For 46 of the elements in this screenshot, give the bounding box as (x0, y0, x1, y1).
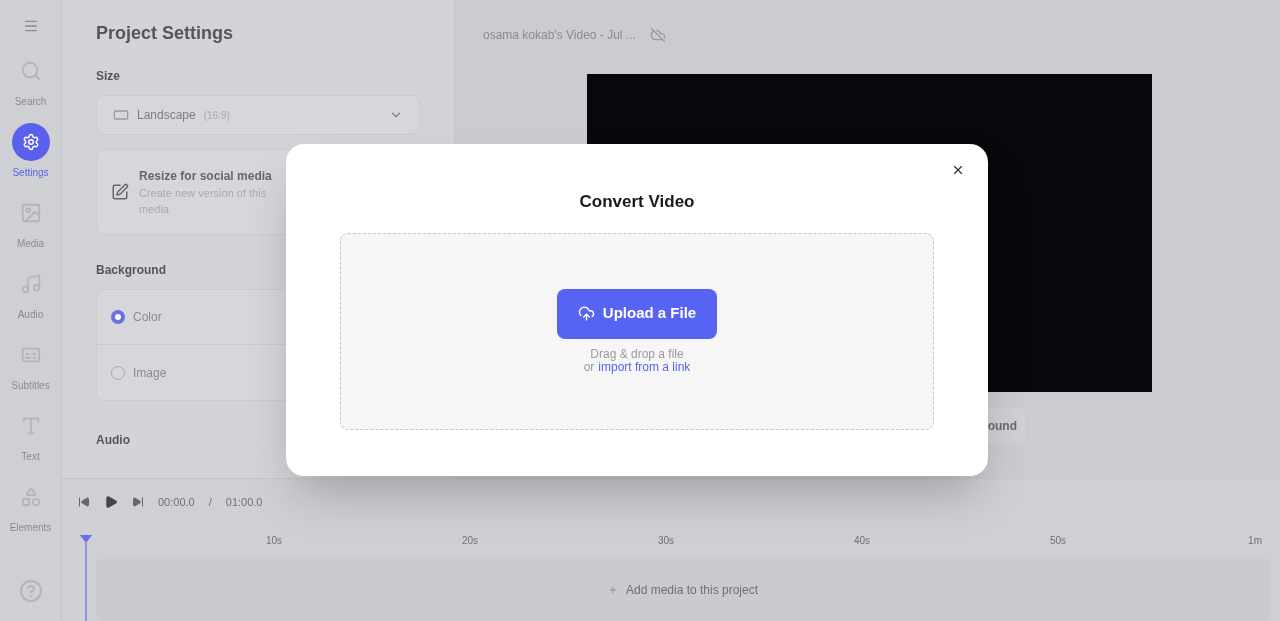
sidebar-icon (19, 486, 42, 508)
drop-zone[interactable]: Upload a File Drag & drop a file or import from a link (340, 232, 934, 430)
sidebar-icon (19, 273, 42, 295)
forward-icon[interactable] (132, 496, 144, 508)
sidebar-icon (19, 202, 42, 224)
play-icon[interactable] (104, 495, 118, 509)
cloud-icon (649, 27, 666, 43)
sidebar-item[interactable]: Media (2, 194, 59, 251)
sidebar-item[interactable]: Search (2, 52, 59, 109)
edit-icon (111, 183, 129, 201)
sidebar-item[interactable]: Audio (2, 265, 59, 322)
resize-title: Resize for social media (139, 167, 272, 185)
upload-button[interactable]: Upload a File (557, 288, 717, 339)
sidebar-item[interactable]: Text (2, 407, 59, 464)
upload-icon (577, 305, 595, 322)
import-link[interactable]: import from a link (598, 360, 691, 374)
radio-button[interactable] (111, 310, 125, 324)
plus-icon (607, 585, 618, 595)
rewind-icon[interactable] (78, 496, 90, 508)
media-track[interactable]: Add media to this project (96, 559, 1270, 621)
panel-title: Project Settings (96, 22, 235, 45)
menu-icon[interactable] (22, 18, 39, 34)
timeline-tick: 40s (853, 533, 870, 548)
time-separator: / (208, 494, 212, 510)
timeline-tick: 50s (1049, 533, 1066, 548)
close-icon (951, 163, 965, 177)
sidebar-item[interactable]: Subtitles (2, 336, 59, 393)
section-label: Size (96, 68, 121, 85)
section-label: Background (96, 262, 167, 279)
current-time: 00:00.0 (158, 494, 195, 510)
radio-button[interactable] (111, 365, 125, 380)
sidebar-item[interactable]: Settings (2, 123, 59, 180)
timeline-tick: 10s (265, 533, 282, 548)
landscape-icon (113, 107, 129, 123)
sidebar-item[interactable]: Elements (2, 478, 59, 535)
sidebar-icon (19, 60, 42, 82)
total-time: 01:00.0 (225, 494, 263, 510)
sidebar-icon (21, 133, 40, 151)
drop-hint: Drag & drop a file (590, 347, 684, 361)
project-title[interactable]: osama kokab's Video - Jul ... (483, 26, 636, 44)
section-label: Audio (96, 432, 131, 449)
timeline-tick: 30s (657, 533, 674, 548)
timeline-tick: 20s (461, 533, 478, 548)
dialog-title: Convert Video (579, 191, 695, 213)
or-text: or (583, 360, 595, 374)
timeline-tick: 1m (1248, 533, 1262, 548)
